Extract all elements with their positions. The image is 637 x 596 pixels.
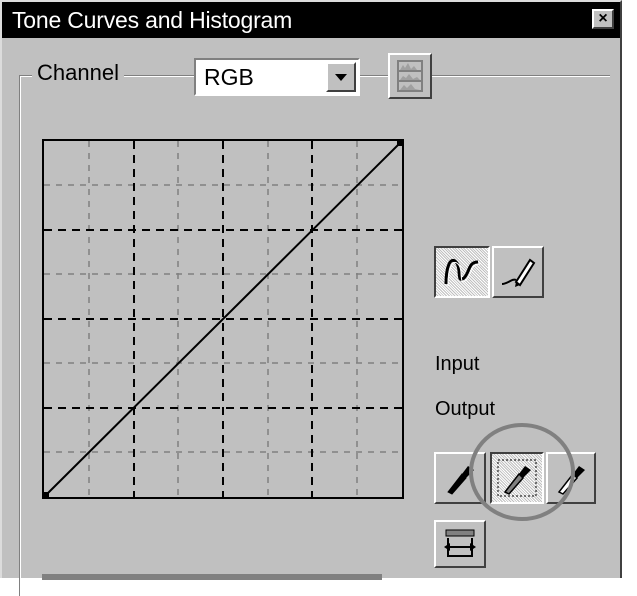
pencil-tool-button[interactable] [492,246,544,298]
histogram-icon [397,60,423,92]
curve-icon [444,259,481,287]
tone-curves-window: Tone Curves and Histogram × Channel RGB [0,0,622,596]
title-bar[interactable]: Tone Curves and Histogram × [2,2,620,38]
auto-adjust-button[interactable] [434,520,486,568]
curve-endpoint [44,492,49,497]
channel-select[interactable]: RGB [194,58,360,96]
tone-curve-graph[interactable] [42,139,404,499]
channel-label: Channel [32,60,124,86]
channel-select-value: RGB [204,64,254,90]
window-title: Tone Curves and Histogram [12,7,293,33]
histogram-button[interactable] [388,53,432,99]
bottom-edge [42,574,382,580]
input-label: Input [435,353,480,375]
auto-adjust-icon [444,529,476,557]
curve-tool-button[interactable] [434,246,490,298]
curve-plot [44,141,402,497]
output-label: Output [435,398,496,420]
pencil-freehand-icon [501,258,536,287]
groupbox-line [124,75,184,76]
groupbox-line [369,75,389,76]
curve-endpoint [397,141,402,146]
dropdown-button[interactable] [326,62,356,92]
highlight-circle [469,423,575,521]
close-button[interactable]: × [592,9,614,29]
chevron-down-icon [335,74,347,81]
